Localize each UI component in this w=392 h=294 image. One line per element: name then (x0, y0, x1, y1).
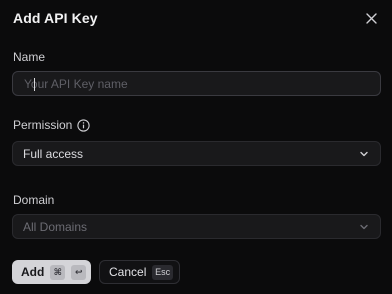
chevron-down-icon (358, 148, 370, 160)
info-circle-icon[interactable] (77, 118, 91, 132)
add-api-key-dialog: Add API Key Name Permission Full access (0, 0, 392, 294)
chevron-down-icon (358, 221, 370, 233)
add-button[interactable]: Add ⌘ ↩ (12, 260, 91, 284)
name-label: Name (13, 50, 46, 64)
close-button[interactable] (362, 9, 380, 27)
cancel-button[interactable]: Cancel Esc (99, 260, 180, 284)
escape-key-hint: Esc (152, 264, 173, 280)
dialog-title: Add API Key (13, 10, 98, 26)
name-field[interactable] (12, 71, 381, 96)
name-input[interactable] (23, 76, 370, 91)
enter-key-hint: ↩ (71, 264, 87, 280)
cancel-button-label: Cancel (109, 265, 147, 279)
domain-select[interactable]: All Domains (12, 214, 381, 239)
add-button-label: Add (21, 265, 45, 279)
command-key-hint: ⌘ (50, 264, 66, 280)
close-icon (365, 12, 377, 24)
permission-selected-value: Full access (23, 146, 84, 161)
text-caret (34, 78, 35, 91)
domain-selected-value: All Domains (23, 219, 88, 234)
permission-select[interactable]: Full access (12, 141, 381, 166)
domain-label: Domain (13, 193, 55, 207)
permission-label: Permission (13, 118, 91, 132)
